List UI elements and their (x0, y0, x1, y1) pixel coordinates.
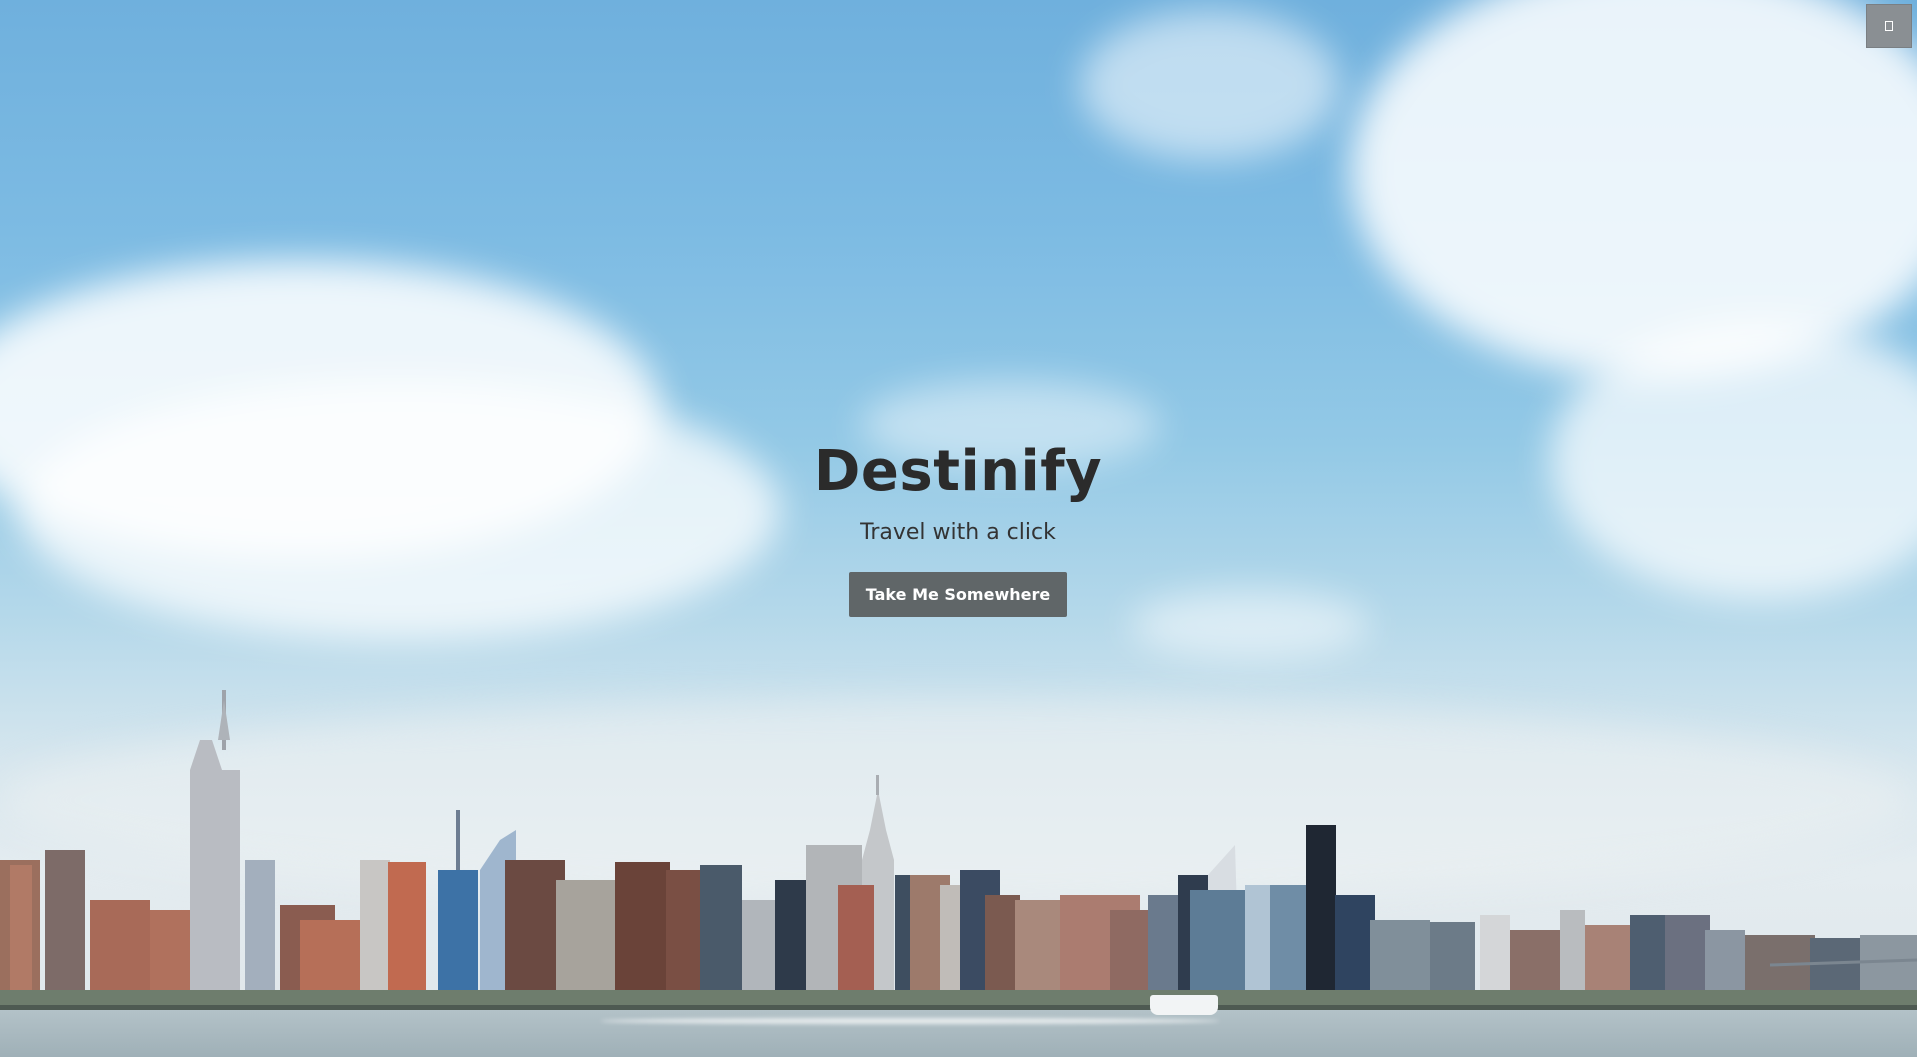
site-tagline: Travel with a click (860, 520, 1056, 545)
corner-toggle-button[interactable] (1866, 4, 1912, 48)
cloud (1130, 590, 1370, 660)
cloud (20, 380, 780, 640)
cloud (1350, 0, 1917, 380)
box-icon (1885, 21, 1893, 31)
ferry-boat (1150, 995, 1218, 1015)
boat-wake (600, 1018, 1220, 1024)
site-title: Destinify (813, 439, 1103, 504)
hero-content: Destinify Travel with a click Take Me So… (758, 436, 1158, 617)
cloud (1080, 10, 1340, 160)
city-skyline (0, 690, 1917, 1013)
take-me-somewhere-button[interactable]: Take Me Somewhere (848, 572, 1068, 617)
